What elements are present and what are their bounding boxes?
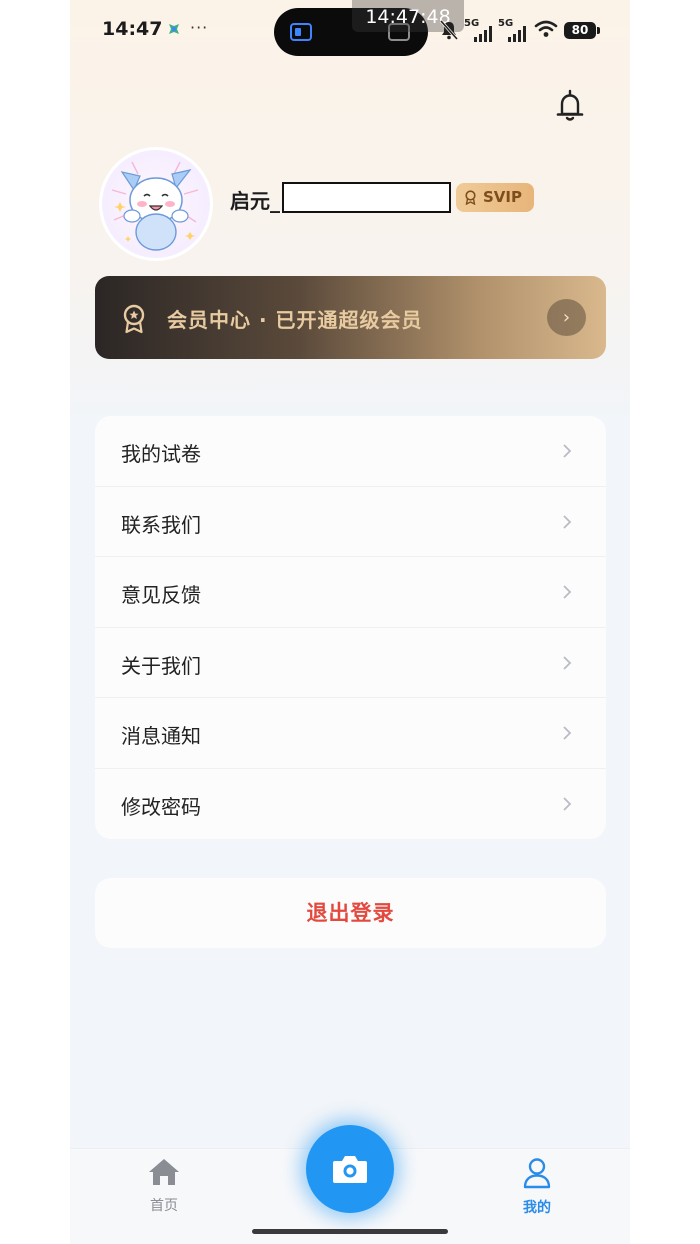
tab-mine[interactable]: 我的 [515,1157,559,1217]
tab-mine-label: 我的 [523,1200,551,1216]
tab-home-label: 首页 [150,1198,178,1214]
chevron-right-icon [563,514,572,529]
menu-item-change-password[interactable]: 修改密码 [95,769,606,840]
vip-center-banner[interactable]: 会员中心 · 已开通超级会员 › [95,276,606,359]
chevron-right-icon[interactable]: › [547,299,586,336]
chevron-right-icon [563,585,572,599]
menu-item-label: 我的试卷 [121,442,201,466]
screen-record-icon [290,23,312,41]
menu-item-label: 修改密码 [121,794,201,819]
user-icon [523,1158,551,1189]
svip-badge: SVIP [456,183,534,212]
tab-home[interactable]: 首页 [142,1157,186,1215]
menu-item-about-us[interactable]: 关于我们 [95,628,606,698]
wifi-icon [534,20,558,37]
chevron-right-icon [563,444,572,458]
menu-item-label: 消息通知 [121,724,201,748]
chevron-right-icon [563,796,572,811]
mute-icon [440,20,458,40]
menu-item-label: 联系我们 [121,512,201,537]
menu-item-feedback[interactable]: 意见反馈 [95,557,606,628]
menu-item-my-papers[interactable]: 我的试卷 [95,416,606,487]
settings-menu: 我的试卷 联系我们 意见反馈 关于我们 消息通知 修改密码 [95,416,606,839]
logout-button[interactable]: 退出登录 [95,878,606,948]
avatar[interactable] [102,150,210,258]
menu-item-label: 意见反馈 [121,583,201,607]
username: 启元_ [230,189,280,213]
svip-label: SVIP [483,188,522,206]
camera-icon [333,1156,367,1183]
camera-button[interactable] [306,1125,394,1213]
home-indicator [252,1229,448,1234]
redacted-username-box [282,182,451,213]
more-notifications-indicator: ··· [190,18,209,37]
bell-icon[interactable] [554,88,586,124]
app-notification-icon [169,24,179,34]
vip-center-label: 会员中心 · 已开通超级会员 [167,308,423,332]
medal-icon [123,304,145,334]
home-icon [149,1159,179,1185]
menu-item-notifications[interactable]: 消息通知 [95,698,606,769]
battery-indicator: 80 [564,22,600,39]
medal-icon [465,190,476,205]
status-icons: 5G 5G 80 [436,14,606,44]
chevron-right-icon [563,655,572,670]
menu-item-contact-us[interactable]: 联系我们 [95,487,606,557]
status-time: 14:47 [102,18,163,40]
chevron-right-icon [563,726,572,740]
menu-item-label: 关于我们 [121,653,201,678]
phone-screen: 14:47 ··· 14:47:48 5G 5G 80 启元_ SVIP 会员中… [70,0,630,1244]
cartoon-cat-avatar [102,150,210,258]
